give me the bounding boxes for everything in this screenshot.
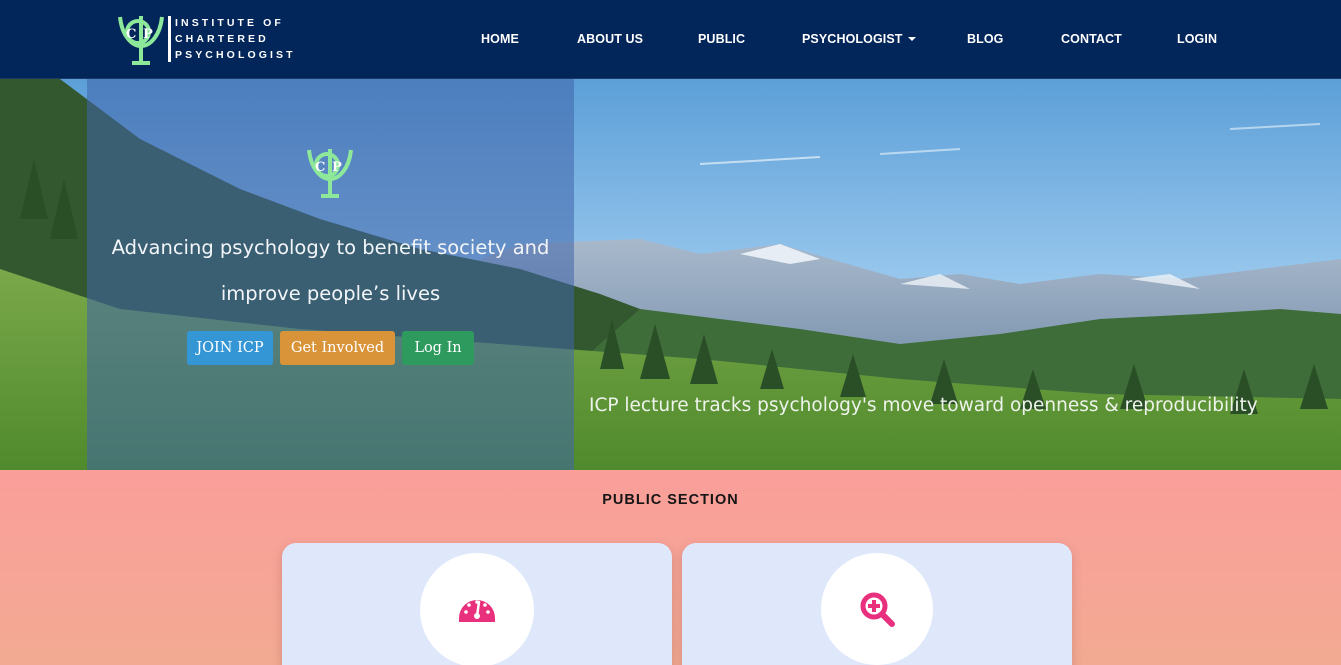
logo-line-2: CHARTERED <box>175 33 269 45</box>
card-icon-circle <box>420 553 534 665</box>
psi-logo-icon: C P <box>118 16 164 65</box>
svg-text:P: P <box>143 27 153 42</box>
speedometer-icon <box>459 600 495 622</box>
hero-tagline-line-1: Advancing psychology to benefit society … <box>111 236 550 259</box>
logo-line-1: INSTITUTE OF <box>175 17 284 29</box>
card-icon-circle <box>821 553 933 665</box>
public-section-title: PUBLIC SECTION <box>602 492 739 508</box>
hero-tagline-line-2: improve people’s lives <box>220 282 441 305</box>
hero-caption[interactable]: ICP lecture tracks psychology's move tow… <box>589 395 1258 416</box>
svg-text:C: C <box>126 27 136 42</box>
caret-down-icon <box>907 37 916 41</box>
nav-psychologist-dropdown[interactable]: PSYCHOLOGIST <box>802 32 916 46</box>
logo-divider <box>168 16 171 62</box>
logo-text: INSTITUTE OF CHARTERED PSYCHOLOGIST <box>175 15 296 63</box>
nav-contact[interactable]: CONTACT <box>1061 32 1122 46</box>
logo-line-3: PSYCHOLOGIST <box>175 49 296 61</box>
hero-tagline: Advancing psychology to benefit society … <box>87 225 574 317</box>
join-icp-button[interactable]: JOIN ICP <box>187 331 273 365</box>
nav-home[interactable]: HOME <box>481 32 519 46</box>
public-card[interactable] <box>282 543 672 665</box>
nav-about-us[interactable]: ABOUT US <box>577 32 643 46</box>
hero-section: C P Advancing psychology to benefit soci… <box>0 79 1341 470</box>
svg-text:P: P <box>332 160 342 175</box>
public-card[interactable] <box>682 543 1072 665</box>
nav-login[interactable]: LOGIN <box>1177 32 1217 46</box>
nav-public[interactable]: PUBLIC <box>698 32 745 46</box>
nav-psychologist-label: PSYCHOLOGIST <box>802 32 903 46</box>
svg-text:C: C <box>315 160 325 175</box>
log-in-button[interactable]: Log In <box>402 331 474 365</box>
public-section: PUBLIC SECTION <box>0 470 1341 665</box>
zoom-in-icon <box>860 592 895 627</box>
nav-blog[interactable]: BLOG <box>967 32 1004 46</box>
site-logo[interactable]: C P INSTITUTE OF CHARTERED PSYCHOLOGIST <box>116 14 293 66</box>
get-involved-button[interactable]: Get Involved <box>280 331 395 365</box>
navbar: C P INSTITUTE OF CHARTERED PSYCHOLOGIST … <box>0 0 1341 79</box>
hero-overlay-panel: C P Advancing psychology to benefit soci… <box>87 79 574 470</box>
psi-logo-icon: C P <box>307 149 353 198</box>
